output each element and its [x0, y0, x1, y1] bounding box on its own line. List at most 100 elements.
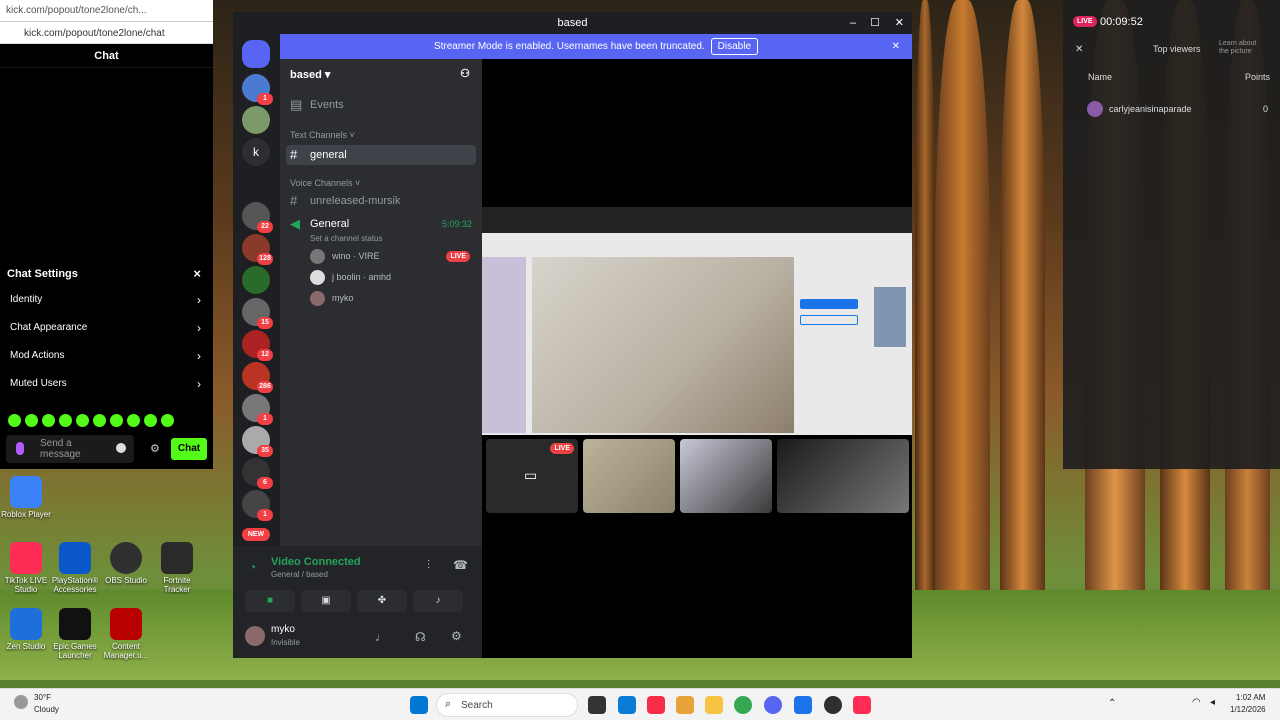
video-tile[interactable]: [777, 439, 909, 513]
clock-time[interactable]: 1:02 AM: [1236, 693, 1265, 702]
server-icon[interactable]: 1: [242, 490, 273, 521]
events-item[interactable]: ▤ Events: [280, 95, 482, 115]
stream-tile[interactable]: LIVE ▭: [486, 439, 578, 513]
tiktok-taskbar-icon[interactable]: [853, 696, 871, 714]
video-tile[interactable]: [583, 439, 675, 513]
emote-icon[interactable]: [59, 414, 72, 427]
channel-general[interactable]: # general: [286, 145, 476, 165]
maximize-icon[interactable]: ☐: [870, 12, 880, 34]
soundboard-button[interactable]: ♪: [413, 590, 463, 612]
server-icon[interactable]: 286: [242, 362, 273, 393]
server-icon[interactable]: 12: [242, 330, 273, 361]
tray-chevron-icon[interactable]: ⌃: [1108, 698, 1116, 709]
settings-item-chat-appearance[interactable]: Chat Appearance ›: [0, 314, 213, 342]
voice-channels-category[interactable]: Voice Channels ˅: [280, 175, 482, 191]
emote-icon[interactable]: [76, 414, 89, 427]
server-icon[interactable]: 6: [242, 458, 273, 489]
desktop-icon-zen-studio[interactable]: Zen Studio: [0, 608, 52, 651]
server-icon[interactable]: [242, 266, 270, 294]
discord-icon[interactable]: [764, 696, 782, 714]
app-icon[interactable]: [794, 696, 812, 714]
top-viewers-tab[interactable]: Top viewers: [1153, 44, 1201, 54]
taskbar-search[interactable]: ⌕ Search: [436, 693, 578, 717]
emote-icon[interactable]: [42, 414, 55, 427]
voice-channel-general[interactable]: ◀ General 5:09:32: [280, 214, 482, 234]
server-header[interactable]: based ▾ ⚇: [280, 59, 482, 89]
disconnect-icon[interactable]: ☎: [453, 558, 468, 572]
mic-icon[interactable]: [16, 442, 24, 455]
emote-icon[interactable]: [127, 414, 140, 427]
video-tile[interactable]: [680, 439, 772, 513]
settings-item-muted-users[interactable]: Muted Users ›: [0, 370, 213, 398]
emoji-icon[interactable]: [116, 443, 126, 453]
screen-share-button[interactable]: ▣: [301, 590, 351, 612]
emote-icon[interactable]: [161, 414, 174, 427]
server-icon[interactable]: 128: [242, 234, 273, 265]
minimize-icon[interactable]: –: [850, 12, 856, 34]
file-explorer-icon[interactable]: [705, 696, 723, 714]
desktop-icon-epic-games[interactable]: Epic Games Launcher: [49, 608, 101, 660]
voice-user[interactable]: j boolin · amhd: [280, 267, 482, 288]
settings-gear-icon[interactable]: ⚙: [451, 629, 462, 643]
avatar[interactable]: [245, 626, 265, 646]
video-connected-label[interactable]: Video Connected: [271, 556, 361, 568]
noise-suppression-icon[interactable]: ⫶: [427, 558, 430, 573]
server-icon[interactable]: 35: [242, 426, 273, 457]
camera-button[interactable]: ■: [245, 590, 295, 612]
activities-button[interactable]: ✤: [357, 590, 407, 612]
desktop-icon-content-manager[interactable]: Content Manager.u...: [100, 608, 152, 660]
discord-home-icon[interactable]: [242, 40, 270, 68]
new-badge[interactable]: NEW: [242, 528, 270, 541]
desktop-icon-fortnite-tracker[interactable]: Fortnite Tracker: [151, 542, 203, 594]
edge-icon[interactable]: [618, 696, 636, 714]
learn-more-link[interactable]: Learn about the picture: [1219, 40, 1265, 56]
channel-unreleased-mursik[interactable]: # unreleased-mursik: [280, 191, 482, 211]
desktop-icon-tiktok-live[interactable]: TikTok LIVE Studio: [0, 542, 52, 594]
obs-taskbar-icon[interactable]: [824, 696, 842, 714]
weather-temp[interactable]: 30°F: [34, 693, 51, 702]
kick-url[interactable]: kick.com/popout/tone2lone/chat: [24, 28, 165, 39]
windows-start-icon[interactable]: [410, 696, 428, 714]
kick-url-bar[interactable]: kick.com/popout/tone2lone/chat: [0, 22, 213, 44]
copilot-icon[interactable]: [676, 696, 694, 714]
user-name[interactable]: myko: [271, 624, 295, 635]
server-icon[interactable]: [242, 106, 270, 134]
server-icon[interactable]: k: [242, 138, 270, 166]
volume-icon[interactable]: ◂: [1210, 697, 1215, 708]
voice-user[interactable]: wino · VIRE LIVE: [280, 246, 482, 267]
music-icon[interactable]: [647, 696, 665, 714]
chrome-icon[interactable]: [734, 696, 752, 714]
clock-date[interactable]: 1/12/2026: [1230, 705, 1266, 714]
desktop-icon-roblox[interactable]: Roblox Player: [0, 476, 52, 519]
settings-item-identity[interactable]: Identity ›: [0, 286, 213, 314]
channel-status[interactable]: Set a channel status: [280, 234, 482, 246]
viewer-name[interactable]: carlyjeanisinaparade: [1109, 104, 1192, 114]
emote-icon[interactable]: [8, 414, 21, 427]
emote-icon[interactable]: [25, 414, 38, 427]
emote-icon[interactable]: [93, 414, 106, 427]
desktop-icon-obs[interactable]: OBS Studio: [100, 542, 152, 585]
weather-desc[interactable]: Cloudy: [34, 705, 59, 714]
desktop-icon-playstation[interactable]: PlayStation® Accessories: [49, 542, 101, 594]
settings-item-mod-actions[interactable]: Mod Actions ›: [0, 342, 213, 370]
voice-user[interactable]: myko: [280, 288, 482, 309]
text-channels-category[interactable]: Text Channels ˅: [280, 127, 482, 143]
emote-icon[interactable]: [144, 414, 157, 427]
server-icon[interactable]: 22: [242, 202, 273, 233]
add-member-icon[interactable]: ⚇: [460, 67, 470, 80]
send-chat-button[interactable]: Chat: [171, 438, 207, 460]
server-icon[interactable]: 1: [242, 394, 273, 425]
emote-icon[interactable]: [110, 414, 123, 427]
screen-share-view[interactable]: [482, 207, 912, 435]
disable-streamer-mode-button[interactable]: Disable: [710, 38, 759, 55]
close-icon[interactable]: ×: [193, 266, 201, 281]
server-icon[interactable]: 15: [242, 298, 273, 329]
headphones-icon[interactable]: ☊: [415, 630, 426, 644]
server-icon[interactable]: 1: [242, 74, 273, 105]
task-view-icon[interactable]: [588, 696, 606, 714]
close-icon[interactable]: ✕: [895, 12, 904, 34]
microphone-icon[interactable]: ♩: [375, 630, 387, 644]
gear-icon[interactable]: ⚙: [150, 442, 160, 455]
wifi-icon[interactable]: ◠: [1192, 697, 1201, 708]
close-icon[interactable]: ✕: [892, 34, 900, 59]
